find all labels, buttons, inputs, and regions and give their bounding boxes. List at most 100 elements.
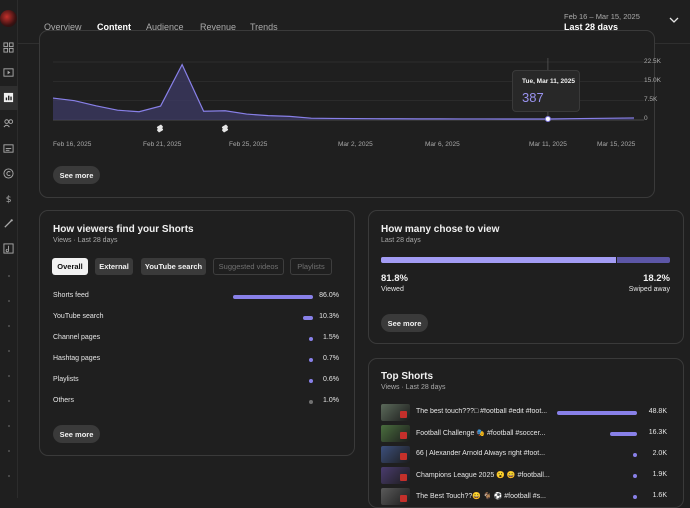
- x-tick-label: Feb 25, 2025: [229, 141, 268, 148]
- short-views-value: 2.0K: [652, 450, 667, 457]
- top-shorts-title: Top Shorts: [381, 371, 434, 382]
- short-title[interactable]: Football Challenge 🎭 #football #soccer..…: [416, 429, 551, 437]
- chevron-down-icon[interactable]: [669, 16, 679, 24]
- traffic-source-bar: [309, 400, 313, 404]
- chip-external[interactable]: External: [95, 258, 133, 275]
- chart-tooltip: Tue, Mar 11, 2025 387: [512, 70, 580, 112]
- top-shorts-subtitle: Views · Last 28 days: [381, 384, 446, 391]
- shorts-badge-icon: [400, 411, 407, 418]
- sidebar-dot: [8, 425, 10, 427]
- views-see-more-button[interactable]: See more: [53, 166, 100, 184]
- channel-avatar[interactable]: [0, 10, 17, 27]
- customization-icon[interactable]: [3, 218, 14, 229]
- traffic-source-percent: 10.3%: [319, 313, 339, 320]
- x-tick-label: Mar 6, 2025: [425, 141, 460, 148]
- sidebar-dot: [8, 450, 10, 452]
- short-views-bar: [557, 411, 637, 415]
- traffic-source-row: YouTube search 10.3%: [53, 313, 343, 325]
- subtitles-icon[interactable]: [3, 143, 14, 154]
- traffic-source-label: Hashtag pages: [53, 355, 101, 362]
- sidebar-dot: [8, 350, 10, 352]
- short-title[interactable]: The Best Touch??😄 🐐 ⚽ #football #s...: [416, 492, 551, 500]
- short-views-value: 16.3K: [648, 429, 667, 436]
- traffic-source-label: Playlists: [53, 376, 79, 383]
- traffic-source-bar: [303, 316, 313, 320]
- chip-playlists[interactable]: Playlists: [290, 258, 332, 275]
- shorts-badge-icon: [400, 474, 407, 481]
- short-title[interactable]: 66 | Alexander Arnold Always right #foot…: [416, 450, 551, 457]
- tooltip-value: 387: [522, 90, 544, 105]
- short-thumbnail[interactable]: [381, 404, 410, 421]
- sidebar-dot: [8, 325, 10, 327]
- shorts-badge-icon: [400, 432, 407, 439]
- short-views-bar: [633, 453, 637, 457]
- x-tick-label: Mar 2, 2025: [338, 141, 373, 148]
- y-tick-label: 7.5K: [644, 96, 658, 103]
- x-tick-label: Mar 11, 2025: [529, 141, 567, 148]
- traffic-source-percent: 86.0%: [319, 292, 339, 299]
- short-views-value: 1.9K: [652, 471, 667, 478]
- traffic-source-row: Hashtag pages 0.7%: [53, 355, 343, 367]
- svg-text:$: $: [6, 194, 12, 204]
- chose-to-view-subtitle: Last 28 days: [381, 237, 421, 244]
- short-title[interactable]: Champions League 2025 😮 😄 #football...: [416, 471, 551, 479]
- top-short-row[interactable]: 66 | Alexander Arnold Always right #foot…: [381, 446, 671, 464]
- short-views-bar: [633, 474, 637, 478]
- short-thumbnail[interactable]: [381, 488, 410, 505]
- traffic-source-percent: 0.7%: [323, 355, 339, 362]
- sidebar-dot: [8, 475, 10, 477]
- sidebar-dot: [8, 275, 10, 277]
- traffic-source-row: Others 1.0%: [53, 397, 343, 409]
- date-range-dates[interactable]: Feb 16 – Mar 15, 2025: [564, 12, 640, 21]
- short-views-value: 48.8K: [648, 408, 667, 415]
- short-thumbnail[interactable]: [381, 425, 410, 442]
- chip-suggested-videos[interactable]: Suggested videos: [213, 258, 284, 275]
- sidebar-dot: [8, 300, 10, 302]
- shorts-marker-icon[interactable]: [156, 124, 164, 133]
- short-views-bar: [633, 495, 637, 499]
- community-icon[interactable]: [3, 117, 14, 128]
- shorts-badge-icon: [400, 495, 407, 502]
- short-thumbnail[interactable]: [381, 467, 410, 484]
- chose-to-view-see-more-button[interactable]: See more: [381, 314, 428, 332]
- top-short-row[interactable]: The Best Touch??😄 🐐 ⚽ #football #s... 1.6…: [381, 488, 671, 506]
- dashboard-icon[interactable]: [3, 42, 14, 53]
- traffic-source-percent: 1.0%: [323, 397, 339, 404]
- sidebar-dot: [8, 375, 10, 377]
- shorts-marker-icon[interactable]: [221, 124, 229, 133]
- sidebar-dot: [8, 400, 10, 402]
- chip-overall[interactable]: Overall: [52, 258, 88, 275]
- short-title[interactable]: The best touch???□ #football #edit #foot…: [416, 408, 551, 415]
- top-short-row[interactable]: Football Challenge 🎭 #football #soccer..…: [381, 425, 671, 443]
- find-shorts-card: [39, 210, 355, 456]
- audio-library-icon[interactable]: [3, 243, 14, 254]
- y-tick-label: 0: [644, 115, 648, 122]
- find-shorts-see-more-button[interactable]: See more: [53, 425, 100, 443]
- viewed-bar: [381, 257, 618, 263]
- copyright-icon[interactable]: [3, 168, 14, 179]
- chip-youtube-search[interactable]: YouTube search: [141, 258, 206, 275]
- view-split-track: [381, 257, 670, 263]
- traffic-source-label: Others: [53, 397, 75, 404]
- earn-icon[interactable]: $: [3, 193, 14, 204]
- shorts-badge-icon: [400, 453, 407, 460]
- chose-to-view-title: How many chose to view: [381, 224, 500, 235]
- traffic-source-bar: [309, 379, 313, 383]
- swiped-percent: 18.2%: [643, 273, 670, 284]
- x-tick-label: Feb 16, 2025: [53, 141, 92, 148]
- traffic-source-row: Shorts feed 86.0%: [53, 292, 343, 304]
- content-icon[interactable]: [3, 67, 14, 78]
- traffic-source-bar: [309, 358, 313, 362]
- traffic-source-label: Shorts feed: [53, 292, 89, 299]
- short-thumbnail[interactable]: [381, 446, 410, 463]
- top-short-row[interactable]: Champions League 2025 😮 😄 #football... 1.…: [381, 467, 671, 485]
- traffic-source-label: Channel pages: [53, 334, 101, 341]
- top-short-row[interactable]: The best touch???□ #football #edit #foot…: [381, 404, 671, 422]
- traffic-source-percent: 0.6%: [323, 376, 339, 383]
- analytics-icon[interactable]: [3, 92, 14, 103]
- find-shorts-title: How viewers find your Shorts: [53, 224, 194, 235]
- viewed-label: Viewed: [381, 286, 404, 293]
- traffic-source-percent: 1.5%: [323, 334, 339, 341]
- x-tick-label: Feb 21, 2025: [143, 141, 182, 148]
- traffic-source-bar: [309, 337, 313, 341]
